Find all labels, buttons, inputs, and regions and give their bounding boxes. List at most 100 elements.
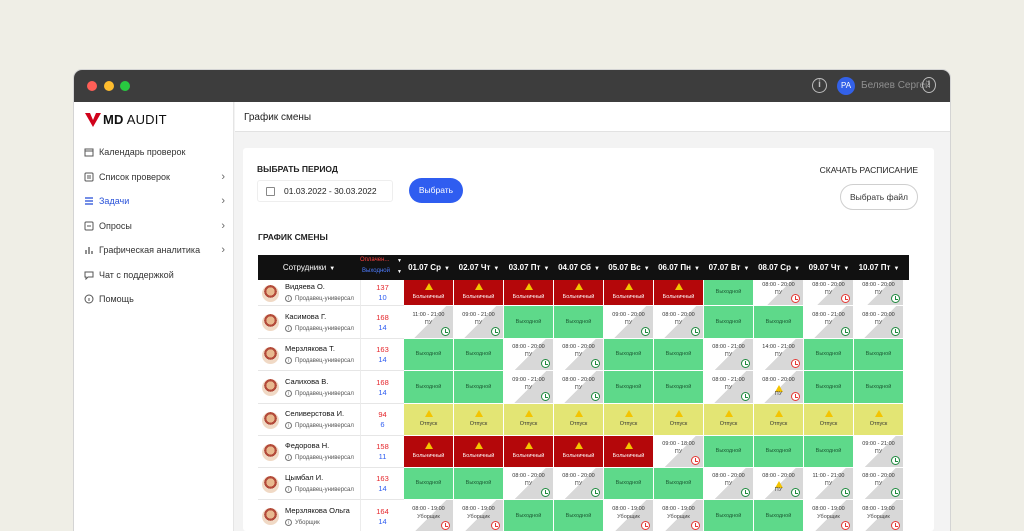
info-icon[interactable]: i — [812, 78, 827, 93]
employee-cell[interactable]: Видяева О. i Продавец-универсал — [258, 280, 360, 306]
day-off-cell[interactable]: Выходной — [604, 339, 654, 371]
shift-cell[interactable]: 08:00 - 20:00 ПУ — [654, 306, 704, 339]
day-column-header[interactable]: 06.07 Пн ▼ — [654, 255, 704, 280]
day-off-cell[interactable]: Выходной — [754, 436, 804, 468]
shift-cell[interactable]: 08:00 - 21:00 ПУ — [704, 339, 754, 371]
notification-icon[interactable]: ! — [922, 77, 936, 93]
shift-cell[interactable]: 08:00 - 20:00 ПУ — [854, 306, 904, 339]
employee-cell[interactable]: Салихова В. i Продавец-универсал — [258, 371, 360, 404]
employee-cell[interactable]: Федорова Н. i Продавец-универсал — [258, 436, 360, 468]
sick-leave-cell[interactable]: Больничный — [654, 280, 704, 306]
day-off-cell[interactable]: Выходной — [804, 371, 854, 404]
shift-cell[interactable]: 08:00 - 20:00 ПУ — [754, 280, 804, 306]
employee-cell[interactable]: Мерзлякова Ольга i Уборщик — [258, 500, 360, 531]
shift-cell[interactable]: 08:00 - 20:00 ПУ — [754, 371, 804, 404]
shift-cell[interactable]: 11:00 - 21:00 ПУ — [404, 306, 454, 339]
user-name[interactable]: Беляев Сергей — [861, 80, 931, 91]
employee-cell[interactable]: Касимова Г. i Продавец-универсал — [258, 306, 360, 339]
vacation-cell[interactable]: Отпуск — [454, 404, 504, 436]
day-off-cell[interactable]: Выходной — [654, 339, 704, 371]
day-off-cell[interactable]: Выходной — [404, 468, 454, 500]
shift-cell[interactable]: 08:00 - 20:00 ПУ — [754, 468, 804, 500]
logo[interactable]: MD AUDIT — [85, 112, 167, 127]
sidebar-item-3[interactable]: Опросы › — [74, 214, 233, 239]
day-off-cell[interactable]: Выходной — [454, 468, 504, 500]
shift-cell[interactable]: 08:00 - 20:00 ПУ — [554, 371, 604, 404]
day-off-cell[interactable]: Выходной — [704, 306, 754, 339]
day-column-header[interactable]: 10.07 Пт ▼ — [854, 255, 904, 280]
sidebar-item-4[interactable]: Графическая аналитика › — [74, 238, 233, 263]
day-column-header[interactable]: 05.07 Вс ▼ — [604, 255, 654, 280]
shift-cell[interactable]: 08:00 - 19:00 Уборщик — [404, 500, 454, 531]
vacation-cell[interactable]: Отпуск — [704, 404, 754, 436]
shift-cell[interactable]: 08:00 - 20:00 ПУ — [854, 280, 904, 306]
day-off-cell[interactable]: Выходной — [854, 339, 904, 371]
shift-cell[interactable]: 08:00 - 20:00 ПУ — [554, 339, 604, 371]
shift-cell[interactable]: 09:00 - 20:00 ПУ — [604, 306, 654, 339]
shift-cell[interactable]: 08:00 - 21:00 ПУ — [704, 371, 754, 404]
day-off-cell[interactable]: Выходной — [754, 306, 804, 339]
day-off-cell[interactable]: Выходной — [854, 371, 904, 404]
employee-cell[interactable]: Селиверстова И. i Продавец-универсал — [258, 404, 360, 436]
info-icon[interactable]: i — [285, 357, 292, 364]
sick-leave-cell[interactable]: Больничный — [504, 436, 554, 468]
day-column-header[interactable]: 09.07 Чт ▼ — [804, 255, 854, 280]
day-column-header[interactable]: 04.07 Сб ▼ — [554, 255, 604, 280]
shift-cell[interactable]: 08:00 - 19:00 Уборщик — [454, 500, 504, 531]
shift-cell[interactable]: 08:00 - 21:00 ПУ — [804, 306, 854, 339]
user-avatar[interactable]: PA — [837, 77, 855, 95]
info-icon[interactable]: i — [285, 519, 292, 526]
day-off-cell[interactable]: Выходной — [654, 468, 704, 500]
sick-leave-cell[interactable]: Больничный — [404, 436, 454, 468]
choose-file-button[interactable]: Выбрать файл — [840, 184, 918, 210]
shift-cell[interactable]: 08:00 - 19:00 Уборщик — [854, 500, 904, 531]
shift-cell[interactable]: 08:00 - 20:00 ПУ — [554, 468, 604, 500]
day-column-header[interactable]: 08.07 Ср ▼ — [754, 255, 804, 280]
sick-leave-cell[interactable]: Больничный — [554, 280, 604, 306]
vacation-cell[interactable]: Отпуск — [504, 404, 554, 436]
day-off-cell[interactable]: Выходной — [704, 436, 754, 468]
info-icon[interactable]: i — [285, 486, 292, 493]
vacation-cell[interactable]: Отпуск — [404, 404, 454, 436]
day-off-cell[interactable]: Выходной — [404, 339, 454, 371]
day-off-cell[interactable]: Выходной — [754, 500, 804, 531]
sidebar-item-1[interactable]: Список проверок › — [74, 165, 233, 190]
shift-cell[interactable]: 14:00 - 21:00 ПУ — [754, 339, 804, 371]
day-off-cell[interactable]: Выходной — [504, 306, 554, 339]
employee-cell[interactable]: Цымбал И. i Продавец-универсал — [258, 468, 360, 500]
day-off-cell[interactable]: Выходной — [504, 500, 554, 531]
info-icon[interactable]: i — [285, 454, 292, 461]
shift-cell[interactable]: 08:00 - 20:00 ПУ — [504, 339, 554, 371]
sick-leave-cell[interactable]: Больничный — [604, 436, 654, 468]
day-off-cell[interactable]: Выходной — [604, 371, 654, 404]
sick-leave-cell[interactable]: Больничный — [554, 436, 604, 468]
sick-leave-cell[interactable]: Больничный — [404, 280, 454, 306]
sidebar-item-2[interactable]: Задачи › — [74, 189, 233, 214]
info-icon[interactable]: i — [285, 422, 292, 429]
shift-cell[interactable]: 09:00 - 21:00 ПУ — [504, 371, 554, 404]
day-off-cell[interactable]: Выходной — [804, 339, 854, 371]
vacation-cell[interactable]: Отпуск — [604, 404, 654, 436]
choose-period-button[interactable]: Выбрать — [409, 178, 463, 203]
day-off-cell[interactable]: Выходной — [704, 500, 754, 531]
shift-cell[interactable]: 08:00 - 20:00 ПУ — [854, 468, 904, 500]
sidebar-item-6[interactable]: Помощь — [74, 287, 233, 312]
hours-column-header[interactable]: Оплачен... Выходной ▼ ▼ — [360, 255, 404, 280]
maximize-window-button[interactable] — [120, 81, 130, 91]
employees-column-header[interactable]: Сотрудники ▼ — [258, 255, 360, 280]
shift-cell[interactable]: 09:00 - 21:00 ПУ — [454, 306, 504, 339]
day-off-cell[interactable]: Выходной — [704, 280, 754, 306]
day-off-cell[interactable]: Выходной — [604, 468, 654, 500]
shift-cell[interactable]: 08:00 - 19:00 Уборщик — [804, 500, 854, 531]
vacation-cell[interactable]: Отпуск — [754, 404, 804, 436]
vacation-cell[interactable]: Отпуск — [554, 404, 604, 436]
vacation-cell[interactable]: Отпуск — [804, 404, 854, 436]
close-window-button[interactable] — [87, 81, 97, 91]
info-icon[interactable]: i — [285, 325, 292, 332]
day-off-cell[interactable]: Выходной — [554, 500, 604, 531]
sick-leave-cell[interactable]: Больничный — [454, 280, 504, 306]
shift-cell[interactable]: 08:00 - 20:00 ПУ — [504, 468, 554, 500]
day-column-header[interactable]: 03.07 Пт ▼ — [504, 255, 554, 280]
day-off-cell[interactable]: Выходной — [654, 371, 704, 404]
sidebar-item-5[interactable]: Чат с поддержкой — [74, 263, 233, 288]
